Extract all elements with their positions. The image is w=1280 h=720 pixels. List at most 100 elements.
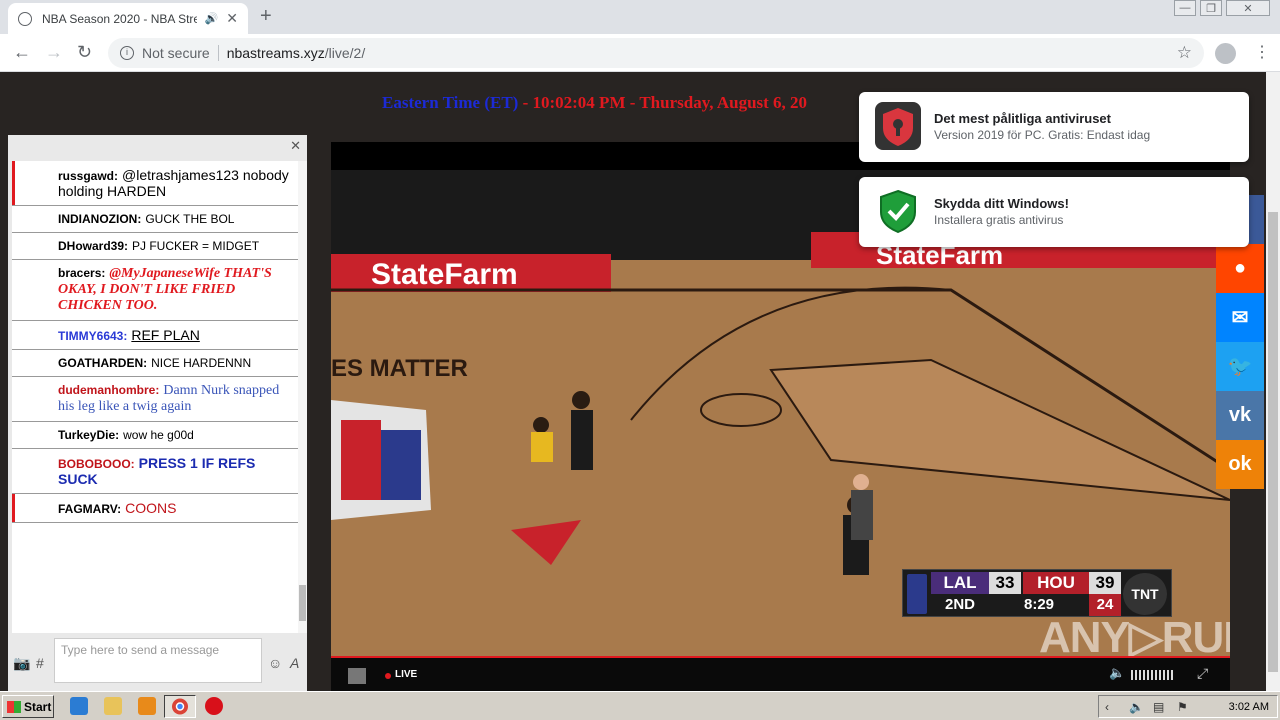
system-tray: ‹ 🔈 ▤ ⚑ 3:02 AM	[1098, 695, 1278, 718]
globe-icon	[18, 11, 32, 26]
speaker-icon[interactable]: 🔊	[205, 12, 219, 25]
player-body-2	[531, 432, 553, 462]
hashtag-icon[interactable]: #	[36, 655, 44, 671]
nba-logo	[907, 574, 927, 614]
page-scroll-thumb[interactable]	[1268, 212, 1278, 672]
chat-message: bracers: @MyJapaneseWife THAT'S OKAY, I D…	[12, 260, 298, 321]
info-icon[interactable]: i	[120, 46, 134, 60]
menu-icon[interactable]: ⋮	[1254, 42, 1270, 62]
chat-username[interactable]: dudemanhombre:	[58, 383, 159, 397]
player-body-1	[571, 410, 593, 470]
media-player-icon[interactable]	[138, 697, 156, 715]
volume-icon[interactable]: 🔈	[1109, 665, 1125, 681]
chat-panel: ✕ russgawd: @letrashjames123 nobody holdi…	[8, 135, 307, 691]
browser-titlebar: NBA Season 2020 - NBA Stream 🔊 ✕ + — ❐ ✕	[0, 0, 1280, 34]
minimize-button[interactable]: —	[1174, 0, 1196, 16]
vk-icon[interactable]: vk	[1216, 391, 1264, 440]
notification-2-title: Skydda ditt Windows!	[934, 196, 1069, 211]
notification-1-title: Det mest pålitliga antiviruset	[934, 111, 1111, 126]
reload-icon[interactable]: ↻	[77, 42, 92, 63]
stop-sign-icon[interactable]	[205, 697, 223, 715]
window-controls: — ❐ ✕	[1174, 0, 1270, 16]
close-window-button[interactable]: ✕	[1226, 0, 1270, 16]
twitter-icon[interactable]: 🐦	[1216, 342, 1264, 391]
tab-title: NBA Season 2020 - NBA Stream	[42, 11, 197, 26]
close-tab-icon[interactable]: ✕	[226, 10, 238, 27]
chat-scrollbar[interactable]	[298, 161, 307, 633]
chat-username[interactable]: russgawd:	[58, 169, 118, 183]
period: 2ND	[944, 596, 975, 613]
chat-username[interactable]: GOATHARDEN:	[58, 356, 147, 370]
odnoklassniki-icon[interactable]: ok	[1216, 440, 1264, 489]
chat-message: INDIANOZION: GUCK THE BOL	[12, 206, 298, 233]
chat-username[interactable]: BOBOBOOO:	[58, 457, 135, 471]
notification-1-body: Version 2019 för PC. Gratis: Endast idag	[934, 128, 1151, 142]
antivirus-notification-1[interactable]: Det mest pålitliga antiviruset Version 2…	[859, 92, 1249, 162]
url-path: /live/2/	[324, 45, 366, 61]
new-tab-button[interactable]: +	[260, 5, 272, 28]
chat-input[interactable]: Type here to send a message	[54, 638, 262, 683]
stop-button[interactable]	[348, 668, 366, 684]
referee-head	[853, 474, 869, 490]
team2-score: 39	[1089, 572, 1121, 594]
banner-text-left: StateFarm	[371, 258, 518, 291]
volume-slider[interactable]	[1131, 670, 1173, 680]
tray-network-icon[interactable]: ▤	[1153, 700, 1164, 714]
folder-icon[interactable]	[104, 697, 122, 715]
clock[interactable]: 3:02 AM	[1229, 701, 1269, 713]
camera-icon[interactable]: 📷	[13, 655, 30, 672]
player-controls: LIVE 🔈 ⤢	[331, 656, 1230, 691]
chat-message-text: COONS	[125, 500, 177, 516]
fullscreen-icon[interactable]: ⤢	[1197, 665, 1208, 682]
security-label: Not secure	[142, 45, 210, 61]
chat-scroll-thumb[interactable]	[299, 585, 306, 621]
chat-username[interactable]: bracers:	[58, 266, 105, 280]
chat-close-icon[interactable]: ✕	[290, 138, 301, 154]
profile-avatar[interactable]	[1215, 43, 1236, 64]
start-button[interactable]: Start	[2, 695, 54, 718]
chat-message-text: NICE HARDENNN	[151, 356, 252, 370]
chat-username[interactable]: TurkeyDie:	[58, 428, 119, 442]
time-date-text: - 10:02:04 PM - Thursday, August 6, 20	[518, 93, 808, 112]
chat-message: DHoward39: PJ FUCKER = MIDGET	[12, 233, 298, 260]
start-label: Start	[24, 699, 52, 714]
back-icon[interactable]: ←	[13, 42, 31, 63]
messenger-icon[interactable]: ✉	[1216, 293, 1264, 342]
url-separator	[217, 45, 219, 61]
ie-icon[interactable]	[70, 697, 88, 715]
chat-username[interactable]: FAGMARV:	[58, 502, 121, 516]
team2-name: HOU	[1023, 572, 1089, 594]
reddit-icon[interactable]: ●	[1216, 244, 1264, 293]
font-style-icon[interactable]: A	[290, 655, 299, 671]
address-bar[interactable]: i Not secure nbastreams.xyz /live/2/ ☆	[108, 38, 1204, 68]
tray-flag-icon[interactable]: ⚑	[1177, 700, 1188, 714]
chat-username[interactable]: INDIANOZION:	[58, 212, 141, 226]
page-scrollbar[interactable]	[1266, 72, 1280, 691]
tray-up-icon[interactable]: ‹	[1105, 700, 1109, 714]
browser-toolbar: ← → ↻ i Not secure nbastreams.xyz /live/…	[0, 34, 1280, 72]
time-zone-label: Eastern Time (ET)	[382, 93, 519, 112]
tray-speaker-icon[interactable]: 🔈	[1129, 700, 1144, 714]
chat-message: BOBOBOOO: PRESS 1 IF REFS SUCK	[12, 449, 298, 494]
emoji-icon[interactable]: ☺	[268, 655, 282, 671]
bookmark-star-icon[interactable]: ☆	[1177, 43, 1192, 63]
progress-bar[interactable]	[331, 656, 1230, 658]
live-dot-icon	[385, 673, 391, 679]
chat-username[interactable]: DHoward39:	[58, 239, 128, 253]
antivirus-notification-2[interactable]: Skydda ditt Windows! Installera gratis a…	[859, 177, 1249, 247]
chat-message: TurkeyDie: wow he g00d	[12, 422, 298, 449]
chat-message: TIMMY6643: REF PLAN	[12, 321, 298, 350]
browser-tab[interactable]: NBA Season 2020 - NBA Stream 🔊 ✕	[8, 3, 248, 34]
chat-message-text: PJ FUCKER = MIDGET	[132, 239, 260, 253]
chat-message: GOATHARDEN: NICE HARDENNN	[12, 350, 298, 377]
chrome-taskbar-button[interactable]	[164, 695, 196, 718]
restore-button[interactable]: ❐	[1200, 0, 1222, 16]
scoreboard: LAL 33 HOU 39 2ND 8:29 24 TNT	[902, 569, 1172, 617]
url-domain: nbastreams.xyz	[226, 45, 325, 61]
chat-messages[interactable]: russgawd: @letrashjames123 nobody holding…	[12, 161, 298, 633]
court-text: ES MATTER	[331, 355, 468, 382]
forward-icon[interactable]: →	[45, 42, 63, 63]
chat-username[interactable]: TIMMY6643:	[58, 329, 127, 343]
chat-message-text: wow he g00d	[123, 428, 194, 442]
referee-body	[851, 490, 873, 540]
